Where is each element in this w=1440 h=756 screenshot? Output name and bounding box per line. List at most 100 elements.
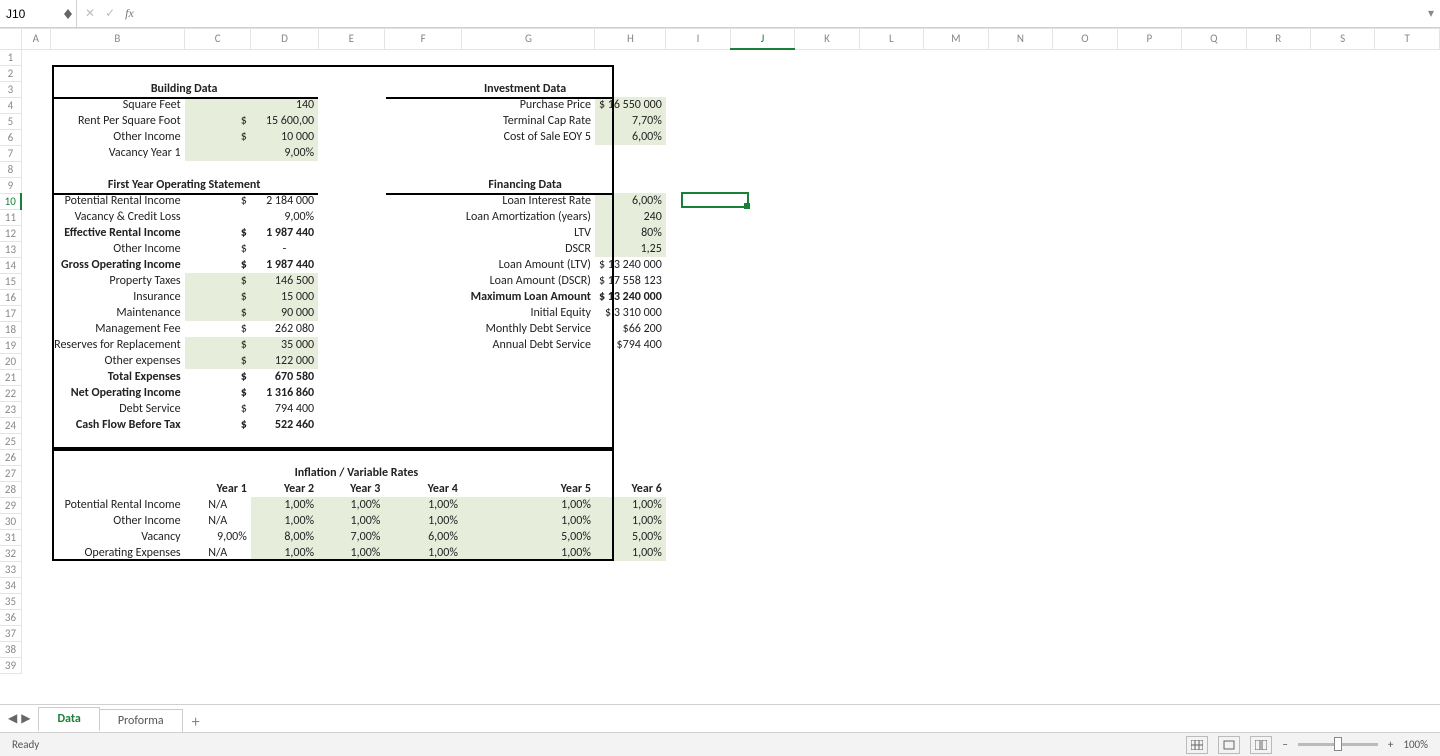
- cell-C30[interactable]: N/A: [185, 513, 251, 529]
- cell-B31[interactable]: Vacancy: [50, 529, 184, 545]
- cell-A14[interactable]: [21, 257, 50, 273]
- row-header-21[interactable]: 21: [0, 369, 21, 385]
- cell-B28[interactable]: [50, 481, 184, 497]
- cell-M20[interactable]: [924, 353, 989, 369]
- cell-A22[interactable]: [21, 385, 50, 401]
- cell-N1[interactable]: [595, 49, 666, 65]
- cell-A2[interactable]: [21, 65, 50, 81]
- cell-R11[interactable]: [1246, 209, 1310, 225]
- cell-I39[interactable]: [666, 657, 730, 673]
- cell-M27[interactable]: [924, 465, 989, 481]
- cell-L25[interactable]: [859, 433, 923, 449]
- cell-D39[interactable]: [251, 657, 318, 673]
- cell-O18[interactable]: [1053, 321, 1117, 337]
- cell-J9[interactable]: [730, 177, 794, 193]
- cell-A1[interactable]: [21, 49, 50, 65]
- cell-S17[interactable]: [1310, 305, 1374, 321]
- cell-J15[interactable]: [730, 273, 794, 289]
- cell-B16[interactable]: Insurance: [50, 289, 184, 305]
- cell-R38[interactable]: [1246, 641, 1310, 657]
- cell-B34[interactable]: [50, 577, 184, 593]
- cell-E12[interactable]: [318, 225, 384, 241]
- cell-T23[interactable]: [1375, 401, 1440, 417]
- cell-R35[interactable]: [1246, 593, 1310, 609]
- cell-F36[interactable]: [384, 609, 462, 625]
- col-header-A[interactable]: A: [21, 29, 50, 49]
- cell-K19[interactable]: [795, 337, 859, 353]
- cell-N21[interactable]: [988, 369, 1052, 385]
- cell-C24[interactable]: $: [185, 417, 251, 433]
- cell-N17[interactable]: [988, 305, 1052, 321]
- cell-M19[interactable]: [924, 337, 989, 353]
- cell-J17[interactable]: [730, 305, 794, 321]
- cell-Q25[interactable]: [1182, 433, 1246, 449]
- cell-G4[interactable]: Purchase Price: [462, 97, 595, 113]
- cell-M9[interactable]: [924, 177, 989, 193]
- cell-H2[interactable]: [595, 65, 666, 81]
- cell-S10[interactable]: [1310, 193, 1374, 209]
- cell-M2[interactable]: [924, 65, 989, 81]
- cell-N35[interactable]: [988, 593, 1052, 609]
- cell-N32[interactable]: [988, 545, 1052, 561]
- cell-A10[interactable]: [21, 193, 50, 209]
- cell-I4[interactable]: [666, 97, 730, 113]
- cell-C31[interactable]: 9,00%: [185, 529, 251, 545]
- cell-A34[interactable]: [21, 577, 50, 593]
- row-header-9[interactable]: 9: [0, 177, 21, 193]
- cell-T3[interactable]: [1375, 81, 1440, 97]
- cancel-icon[interactable]: ✕: [85, 6, 95, 21]
- cell-M6[interactable]: [924, 129, 989, 145]
- cell-G27[interactable]: [462, 465, 595, 481]
- cell-D38[interactable]: [251, 641, 318, 657]
- cell-P23[interactable]: [1117, 401, 1181, 417]
- cell-N14[interactable]: [988, 257, 1052, 273]
- cell-L21[interactable]: [859, 369, 923, 385]
- formula-input[interactable]: [142, 3, 1422, 25]
- cell-E17[interactable]: [318, 305, 384, 321]
- col-header-K[interactable]: K: [795, 29, 859, 49]
- cell-L15[interactable]: [859, 273, 923, 289]
- cell-G12[interactable]: LTV: [462, 225, 595, 241]
- row-header-27[interactable]: 27: [0, 465, 21, 481]
- cell-Q35[interactable]: [1182, 593, 1246, 609]
- cell-O8[interactable]: [1053, 161, 1117, 177]
- cell-R5[interactable]: [1246, 113, 1310, 129]
- cell-L6[interactable]: [859, 129, 923, 145]
- cell-M34[interactable]: [924, 577, 989, 593]
- cell-M21[interactable]: [924, 369, 989, 385]
- cell-J33[interactable]: [730, 561, 794, 577]
- cell-Q32[interactable]: [1182, 545, 1246, 561]
- cell-P24[interactable]: [1117, 417, 1181, 433]
- cell-I31[interactable]: [666, 529, 730, 545]
- cell-F24[interactable]: [384, 417, 462, 433]
- cell-I8[interactable]: [666, 161, 730, 177]
- cell-A18[interactable]: [21, 321, 50, 337]
- cell-S8[interactable]: [1310, 161, 1374, 177]
- cell-L13[interactable]: [859, 241, 923, 257]
- cell-O4[interactable]: [1053, 97, 1117, 113]
- cell-R24[interactable]: [1246, 417, 1310, 433]
- cell-S35[interactable]: [1310, 593, 1374, 609]
- cell-Q12[interactable]: [1182, 225, 1246, 241]
- cell-M33[interactable]: [924, 561, 989, 577]
- cell-G11[interactable]: Loan Amortization (years): [462, 209, 595, 225]
- cell-J25[interactable]: [730, 433, 794, 449]
- cell-A21[interactable]: [21, 369, 50, 385]
- cell-N28[interactable]: [988, 481, 1052, 497]
- cell-R34[interactable]: [1246, 577, 1310, 593]
- cell-N37[interactable]: [988, 625, 1052, 641]
- row-header-36[interactable]: 36: [0, 609, 21, 625]
- cell-F13[interactable]: [384, 241, 462, 257]
- cell-K20[interactable]: [795, 353, 859, 369]
- cell-P29[interactable]: [1117, 497, 1181, 513]
- accept-icon[interactable]: ✓: [105, 6, 115, 21]
- row-header-14[interactable]: 14: [0, 257, 21, 273]
- cell-D29[interactable]: 1,00%: [251, 497, 318, 513]
- cell-I24[interactable]: [666, 417, 730, 433]
- cell-N2[interactable]: [988, 65, 1052, 81]
- cell-H30[interactable]: 1,00%: [595, 513, 666, 529]
- cell-T7[interactable]: [1375, 145, 1440, 161]
- zoom-out-button[interactable]: −: [1282, 738, 1287, 751]
- cell-K8[interactable]: [795, 161, 859, 177]
- cell-C32[interactable]: N/A: [185, 545, 251, 561]
